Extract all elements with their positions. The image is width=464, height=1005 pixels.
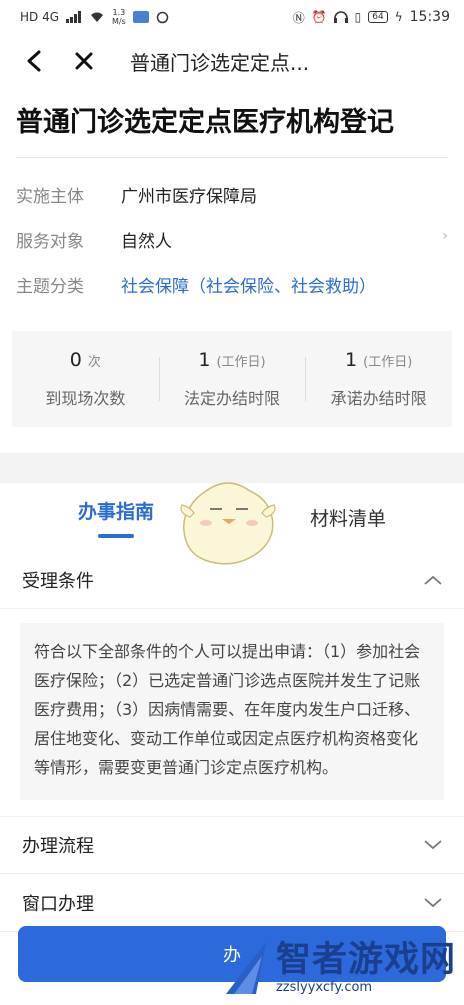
stat-legal-limit: 1 (工作日) 法定办结时限 (158, 331, 306, 427)
watermark-url: zzslyyxcfy.com (275, 979, 373, 995)
info-row-provider: 实施主体 广州市医疗保障局 (16, 172, 448, 217)
watermark-title: 智者游戏网 (275, 939, 456, 980)
tab-indicator (98, 533, 134, 538)
chevron-up-icon (424, 571, 442, 589)
battery-icon: 64 (368, 11, 388, 23)
close-button[interactable] (70, 47, 98, 75)
stat-label: 法定办结时限 (184, 389, 281, 408)
chevron-down-icon (424, 836, 442, 854)
conditions-content: 符合以下全部条件的个人可以提出申请：（1）参加社会医疗保险；（2）已选定普通门诊… (20, 623, 444, 800)
alarm-icon: ⏰ (311, 10, 327, 24)
back-button[interactable] (20, 47, 48, 75)
close-icon (75, 52, 93, 70)
stat-visits: 0次 到现场次数 (12, 331, 159, 427)
stats-panel: 0次 到现场次数 1 (工作日) 法定办结时限 1 (工作日) 承诺办结时限 (12, 331, 452, 427)
chevron-down-icon (424, 894, 442, 912)
headphones-icon (333, 11, 348, 23)
tab-label: 办事指南 (77, 500, 154, 523)
nav-bar: 普通门诊选定定点... (0, 34, 464, 88)
stat-promised-limit: 1 (工作日) 承诺办结时限 (305, 331, 452, 427)
vibrate-icon: ▯ (354, 10, 362, 24)
info-value: 自然人 (121, 232, 172, 252)
info-label: 实施主体 (16, 187, 84, 207)
signal-icon (66, 11, 82, 23)
watermark-logo-icon (225, 942, 266, 994)
stat-unit: (工作日) (216, 355, 266, 370)
info-row-target: 服务对象 自然人 (16, 217, 448, 262)
mascot-sticker (180, 482, 276, 565)
stat-number: 1 (198, 349, 211, 371)
chevron-right-icon[interactable]: › (442, 228, 448, 244)
tab-bar: 办事指南 材料清单 (0, 482, 464, 565)
network-speed: 1.3 M/s (112, 8, 126, 26)
stat-label: 承诺办结时限 (330, 389, 427, 408)
back-arrow-icon (27, 50, 41, 72)
stat-label: 到现场次数 (45, 389, 126, 408)
section-title: 窗口办理 (22, 893, 94, 915)
info-value: 广州市医疗保障局 (121, 187, 257, 207)
info-row-category: 主题分类 社会保障（社会保险、社会救助） (16, 262, 448, 307)
tab-label: 材料清单 (309, 507, 386, 530)
wifi-icon (91, 12, 104, 22)
status-bar: HD 4G 1.3 M/s Ⓝ ⏰ ▯ 64 ϟ 15:39 (0, 0, 464, 34)
category-link[interactable]: 社会保障（社会保险、社会救助） (121, 272, 376, 297)
app-notification-icon (132, 11, 149, 23)
clock: 15:39 (409, 9, 450, 25)
charging-icon: ϟ (394, 10, 403, 24)
stat-number: 0 (69, 349, 82, 371)
nav-title: 普通门诊选定定点... (130, 50, 310, 75)
stat-unit: 次 (87, 355, 101, 370)
process-header[interactable]: 办理流程 (0, 816, 464, 874)
nfc-icon: Ⓝ (292, 10, 305, 25)
section-title: 办理流程 (22, 836, 94, 857)
page-title: 普通门诊选定定点医疗机构登记 (16, 107, 394, 138)
section-title: 受理条件 (22, 570, 94, 592)
info-label: 主题分类 (16, 277, 84, 297)
loading-icon (156, 11, 169, 23)
watermark: 智者游戏网 zzslyyxcfy.com (222, 938, 456, 996)
network-indicator: HD 4G (20, 10, 60, 24)
stat-unit: (工作日) (363, 355, 413, 370)
info-label: 服务对象 (16, 232, 84, 252)
stat-number: 1 (345, 349, 358, 371)
window-header[interactable]: 窗口办理 (0, 874, 464, 932)
service-info: 实施主体 广州市医疗保障局 服务对象 自然人 主题分类 社会保障（社会保险、社会… (0, 158, 464, 313)
